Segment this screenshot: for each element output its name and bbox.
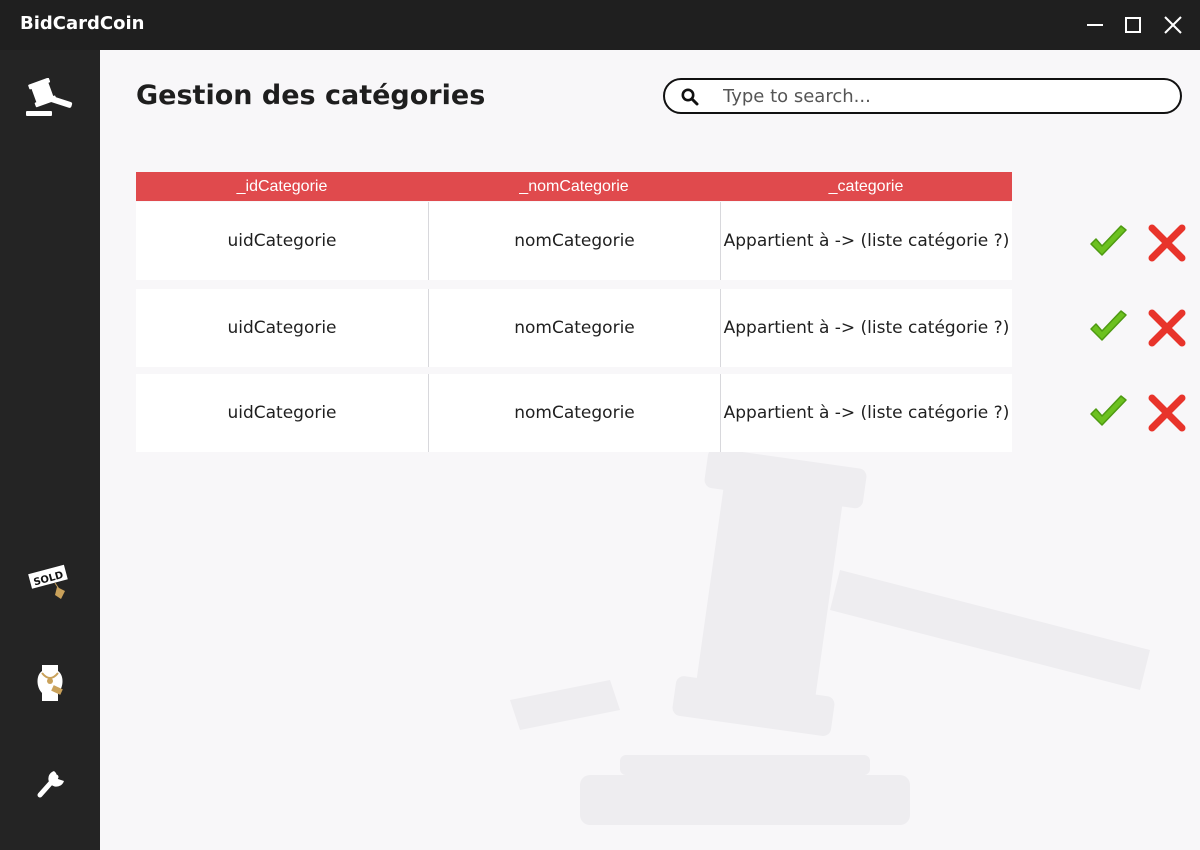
column-header-nom[interactable]: _nomCategorie xyxy=(428,172,720,201)
wrench-icon xyxy=(37,771,64,798)
cell-id: uidCategorie xyxy=(227,318,337,338)
checkmark-icon xyxy=(1090,310,1127,341)
delete-button[interactable] xyxy=(1146,222,1188,264)
delete-button[interactable] xyxy=(1146,307,1188,349)
jewelry-bust-icon xyxy=(37,665,63,701)
checkmark-icon xyxy=(1090,225,1127,256)
cross-icon xyxy=(1148,309,1186,347)
cell-categorie: Appartient à -> (liste catégorie ?) xyxy=(720,202,1012,280)
sold-tag-icon: SOLD xyxy=(26,563,70,599)
confirm-button[interactable] xyxy=(1087,222,1129,264)
delete-button[interactable] xyxy=(1146,392,1188,434)
table-header: _idCategorie _nomCategorie _categorie xyxy=(136,172,1012,201)
minimize-button[interactable] xyxy=(1080,10,1110,40)
sidebar-item-jewelry[interactable] xyxy=(20,655,80,711)
cross-icon xyxy=(1148,224,1186,262)
cross-icon xyxy=(1148,394,1186,432)
gavel-watermark-icon xyxy=(510,448,1150,825)
table-row[interactable]: uidCategorie nomCategorie Appartient à -… xyxy=(136,289,1012,367)
sidebar-item-sold[interactable]: SOLD xyxy=(20,555,80,611)
app-title: BidCardCoin xyxy=(20,13,145,34)
search-box[interactable] xyxy=(663,78,1182,114)
search-input[interactable] xyxy=(723,84,1163,108)
cell-id: uidCategorie xyxy=(227,403,337,423)
categories-table-header: _idCategorie _nomCategorie _categorie xyxy=(136,172,1012,201)
cell-nom: nomCategorie xyxy=(428,374,720,452)
cell-nom: nomCategorie xyxy=(428,202,720,280)
cell-nom: nomCategorie xyxy=(428,289,720,367)
minimize-icon xyxy=(1087,24,1103,26)
table-row[interactable]: uidCategorie nomCategorie Appartient à -… xyxy=(136,202,1012,280)
search-icon xyxy=(681,88,699,106)
gavel-icon xyxy=(26,78,73,116)
maximize-button[interactable] xyxy=(1118,10,1148,40)
confirm-button[interactable] xyxy=(1087,392,1129,434)
cell-id: uidCategorie xyxy=(227,231,337,251)
confirm-button[interactable] xyxy=(1087,307,1129,349)
title-bar: BidCardCoin xyxy=(0,0,1200,50)
sidebar-item-settings[interactable] xyxy=(20,755,80,811)
close-icon xyxy=(1164,16,1182,34)
cell-categorie: Appartient à -> (liste catégorie ?) xyxy=(720,289,1012,367)
column-header-id[interactable]: _idCategorie xyxy=(136,172,428,201)
sidebar-item-auction[interactable] xyxy=(20,70,80,126)
column-header-categorie[interactable]: _categorie xyxy=(720,172,1012,201)
sidebar: SOLD xyxy=(0,50,100,850)
cell-categorie: Appartient à -> (liste catégorie ?) xyxy=(720,374,1012,452)
table-row[interactable]: uidCategorie nomCategorie Appartient à -… xyxy=(136,374,1012,452)
page-title: Gestion des catégories xyxy=(136,80,486,111)
maximize-icon xyxy=(1125,17,1141,33)
close-button[interactable] xyxy=(1158,10,1188,40)
checkmark-icon xyxy=(1090,395,1127,426)
